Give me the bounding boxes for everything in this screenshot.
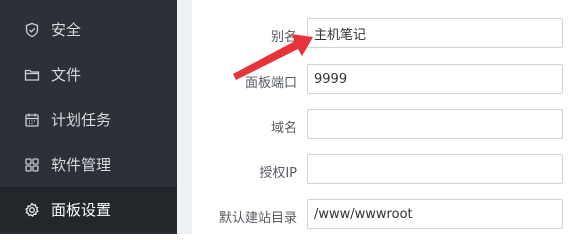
- annotation-arrow: [233, 34, 313, 80]
- sidebar-item-panel-settings[interactable]: 面板设置: [0, 187, 177, 232]
- auth-ip-input[interactable]: [307, 154, 563, 184]
- sidebar-item-files[interactable]: 文件: [0, 52, 177, 97]
- auth-ip-label: 授权IP: [259, 166, 297, 181]
- calendar-icon: [24, 112, 40, 128]
- site-dir-input[interactable]: [307, 199, 563, 229]
- sidebar: 安全 文件 计划任务 软件管理 面板设置: [0, 0, 177, 234]
- site-dir-label: 默认建站目录: [218, 211, 297, 226]
- sidebar-item-label: 安全: [51, 21, 82, 39]
- domain-label: 域名: [270, 121, 297, 136]
- sidebar-item-label: 文件: [51, 66, 82, 84]
- shield-check-icon: [24, 22, 40, 38]
- sidebar-item-cron[interactable]: 计划任务: [0, 97, 177, 142]
- sidebar-item-label: 软件管理: [51, 156, 112, 174]
- grid-apps-icon: [24, 157, 40, 173]
- panel-port-input[interactable]: [307, 64, 563, 94]
- gear-icon: [24, 201, 40, 218]
- sidebar-item-label: 面板设置: [51, 201, 112, 219]
- folder-icon: [24, 67, 40, 83]
- sidebar-item-security[interactable]: 安全: [0, 7, 177, 52]
- alias-input[interactable]: [307, 18, 563, 48]
- sidebar-item-label: 计划任务: [51, 111, 112, 129]
- content-divider: [177, 0, 192, 234]
- sidebar-item-software[interactable]: 软件管理: [0, 142, 177, 187]
- domain-input[interactable]: [307, 109, 563, 139]
